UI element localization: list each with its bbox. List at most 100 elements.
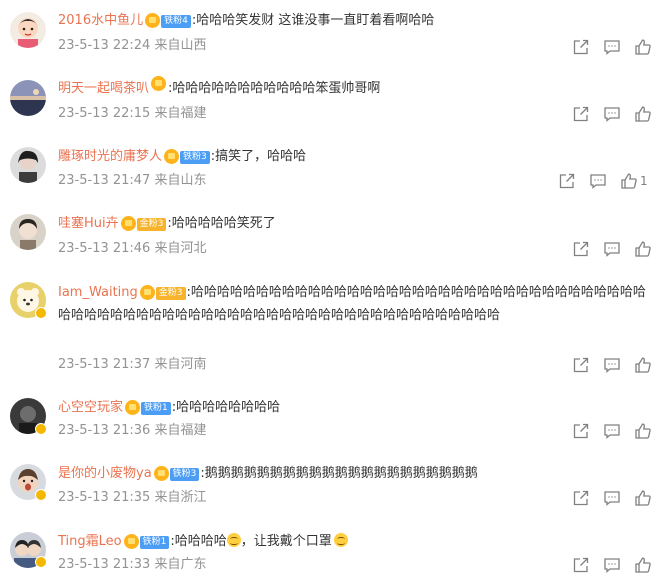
- thumbs-up-icon: [635, 106, 651, 122]
- username-link[interactable]: Iam_Waiting: [58, 285, 138, 300]
- like-button[interactable]: [634, 38, 652, 56]
- comment-text-continued: ，让我戴个口罩: [240, 534, 332, 549]
- thumbs-up-icon: [635, 557, 651, 573]
- fan-level-label: 铁粉3: [180, 151, 210, 164]
- like-button[interactable]: 1: [620, 172, 648, 190]
- share-icon[interactable]: [572, 38, 590, 56]
- avatar[interactable]: [10, 147, 46, 183]
- username-link[interactable]: Ting霜Leo: [58, 534, 122, 549]
- comment-icon[interactable]: [603, 422, 621, 440]
- comment-location: 来自山东: [154, 173, 207, 188]
- comment-item: 明天一起喝茶叭 :哈哈哈哈哈哈哈哈哈哈哈笨蛋帅哥啊 23-5-13 22:15 来…: [0, 76, 660, 136]
- comment-text: :哈哈哈哈哈笑死了: [167, 216, 276, 231]
- comment-icon[interactable]: [589, 172, 607, 190]
- share-icon[interactable]: [572, 240, 590, 258]
- username-link[interactable]: 心空空玩家: [58, 400, 123, 415]
- comment-line: 心空空玩家 铁粉1:哈哈哈哈哈哈哈哈: [58, 397, 648, 419]
- comment-time: 23-5-13 21:35: [58, 490, 151, 505]
- comment-icon[interactable]: [603, 489, 621, 507]
- laughing-emoji-icon: [226, 533, 241, 547]
- comment-actions: [572, 489, 652, 507]
- thumbs-up-icon: [635, 39, 651, 55]
- comment-actions: [572, 356, 652, 374]
- like-button[interactable]: [634, 489, 652, 507]
- share-icon[interactable]: [558, 172, 576, 190]
- comment-text: :哈哈哈哈哈哈哈哈哈哈哈笨蛋帅哥啊: [168, 81, 381, 96]
- comment-text: :哈哈哈哈哈哈哈哈: [171, 400, 281, 415]
- avatar[interactable]: [10, 12, 46, 48]
- comment-text: :哈哈哈哈: [170, 534, 227, 549]
- comment-item: 雕琢时光的庸梦人 铁粉3:搞笑了，哈哈哈 23-5-13 21:47 来自山东 1: [0, 145, 660, 203]
- fan-badge: 铁粉1: [125, 400, 171, 415]
- fan-badge: 金粉3: [139, 285, 186, 300]
- fan-level-label: 金粉3: [155, 287, 186, 300]
- comment-location: 来自福建: [154, 106, 207, 121]
- fan-level-label: 铁粉1: [139, 536, 170, 549]
- comment-meta: 23-5-13 21:37 来自河南: [58, 356, 207, 374]
- like-button[interactable]: [634, 105, 652, 123]
- comment-item: 2016水中鱼儿 铁粉4:哈哈哈笑发财 这谁没事一直盯着看啊哈哈 23-5-13 …: [0, 8, 660, 66]
- comment-line: 是你的小废物ya 铁粉3:鹅鹅鹅鹅鹅鹅鹅鹅鹅鹅鹅鹅鹅鹅鹅鹅鹅鹅鹅鹅鹅: [58, 463, 648, 485]
- avatar[interactable]: [10, 214, 46, 250]
- username-link[interactable]: 哇塞Hui卉: [58, 216, 119, 231]
- comment-location: 来自福建: [154, 423, 207, 438]
- comment-item: Iam_Waiting 金粉3:哈哈哈哈哈哈哈哈哈哈哈哈哈哈哈哈哈哈哈哈哈哈哈哈哈…: [0, 282, 660, 382]
- comment-icon[interactable]: [603, 38, 621, 56]
- comment-icon[interactable]: [603, 240, 621, 258]
- crown-icon: [120, 216, 136, 231]
- crown-icon: [145, 13, 161, 28]
- verified-badge-icon: [35, 423, 47, 435]
- username-link[interactable]: 是你的小废物ya: [58, 466, 152, 481]
- thumbs-up-icon: [635, 357, 651, 373]
- comment-meta: 23-5-13 21:33 来自广东: [58, 556, 207, 574]
- like-button[interactable]: [634, 240, 652, 258]
- crown-icon: [123, 534, 139, 549]
- comment-location: 来自山西: [154, 38, 207, 53]
- like-button[interactable]: [634, 556, 652, 574]
- avatar[interactable]: [10, 80, 46, 116]
- comment-text: :搞笑了，哈哈哈: [210, 149, 307, 164]
- comment-icon[interactable]: [603, 356, 621, 374]
- username-link[interactable]: 2016水中鱼儿: [58, 13, 143, 28]
- share-icon[interactable]: [572, 422, 590, 440]
- comment-actions: [572, 105, 652, 123]
- verified-badge-icon: [35, 556, 47, 568]
- crown-icon: [153, 466, 169, 481]
- share-icon[interactable]: [572, 105, 590, 123]
- comment-location: 来自河北: [154, 241, 207, 256]
- comment-location: 来自广东: [154, 557, 207, 572]
- fan-badge: 铁粉3: [164, 149, 210, 164]
- comment-actions: [572, 556, 652, 574]
- fan-level-label: 铁粉4: [161, 15, 191, 28]
- like-button[interactable]: [634, 422, 652, 440]
- fan-badge: 铁粉3: [153, 466, 200, 481]
- comment-actions: [572, 240, 652, 258]
- fan-level-label: 铁粉3: [169, 468, 200, 481]
- comment-icon[interactable]: [603, 105, 621, 123]
- comment-meta: 23-5-13 21:36 来自福建: [58, 422, 207, 440]
- comment-actions: [572, 38, 652, 56]
- fan-level-label: 金粉3: [136, 218, 167, 231]
- comment-meta: 23-5-13 21:35 来自浙江: [58, 489, 207, 507]
- comment-meta: 23-5-13 22:15 来自福建: [58, 105, 207, 123]
- share-icon[interactable]: [572, 356, 590, 374]
- thumbs-up-icon: [635, 423, 651, 439]
- comment-item: 哇塞Hui卉 金粉3:哈哈哈哈哈笑死了 23-5-13 21:46 来自河北: [0, 212, 660, 270]
- username-link[interactable]: 明天一起喝茶叭: [58, 81, 149, 96]
- comment-meta: 23-5-13 21:46 来自河北: [58, 240, 207, 258]
- comment-time: 23-5-13 21:46: [58, 241, 151, 256]
- grin-emoji-icon: [333, 533, 348, 547]
- comment-text: :哈哈哈笑发财 这谁没事一直盯着看啊哈哈: [191, 13, 435, 28]
- comment-location: 来自浙江: [154, 490, 207, 505]
- comment-icon[interactable]: [603, 556, 621, 574]
- comment-line: Iam_Waiting 金粉3:哈哈哈哈哈哈哈哈哈哈哈哈哈哈哈哈哈哈哈哈哈哈哈哈哈…: [58, 282, 650, 327]
- share-icon[interactable]: [572, 556, 590, 574]
- like-button[interactable]: [634, 356, 652, 374]
- share-icon[interactable]: [572, 489, 590, 507]
- comment-text: :鹅鹅鹅鹅鹅鹅鹅鹅鹅鹅鹅鹅鹅鹅鹅鹅鹅鹅鹅鹅鹅: [200, 466, 478, 481]
- comment-time: 23-5-13 21:47: [58, 173, 151, 188]
- comment-time: 23-5-13 21:36: [58, 423, 151, 438]
- fan-level-label: 铁粉1: [141, 402, 171, 415]
- username-link[interactable]: 雕琢时光的庸梦人: [58, 149, 162, 164]
- like-count: 1: [640, 174, 648, 188]
